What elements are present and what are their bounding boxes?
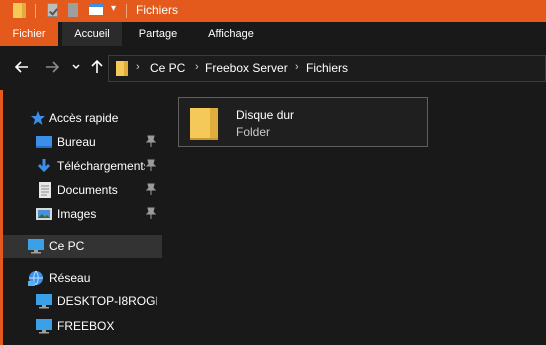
computer-icon: [36, 294, 52, 309]
chevron-down-icon: [72, 64, 80, 70]
window-border: [0, 90, 3, 345]
window-title: Fichiers: [136, 3, 179, 17]
folder-icon: [116, 61, 128, 76]
pin-icon: [146, 135, 156, 147]
sidebar-item-label: Images: [57, 207, 97, 221]
toolbar-separator: [126, 4, 127, 18]
arrow-left-icon: [14, 61, 28, 73]
computer-icon: [36, 319, 52, 334]
network-icon: [28, 270, 43, 286]
address-bar[interactable]: › Ce PC › Freebox Server › Fichiers: [108, 55, 546, 82]
title-bar: ▾ Fichiers: [0, 0, 546, 22]
back-button[interactable]: [12, 57, 32, 77]
tab-accueil[interactable]: Accueil: [62, 22, 122, 46]
up-button[interactable]: [87, 57, 107, 77]
breadcrumb-chevron-icon[interactable]: ›: [136, 61, 140, 73]
sidebar-item-quick-access[interactable]: Accès rapide: [0, 107, 162, 129]
computer-icon: [28, 239, 44, 254]
desktop-folder-icon: [36, 136, 52, 148]
image-icon: [36, 208, 52, 220]
new-document-icon[interactable]: [68, 3, 78, 17]
sidebar-item-label: Téléchargements: [57, 159, 145, 173]
pin-icon: [146, 183, 156, 195]
recent-locations-button[interactable]: [69, 57, 83, 77]
folder-type: Folder: [236, 125, 271, 139]
sidebar-item-images[interactable]: Images: [0, 203, 162, 225]
tab-partage[interactable]: Partage: [126, 22, 190, 46]
sidebar-item-telechargements[interactable]: Téléchargements: [0, 155, 162, 177]
sidebar-item-label: Bureau: [57, 135, 96, 149]
sidebar-item-label: DESKTOP-I8ROGLI: [57, 294, 157, 308]
document-icon: [39, 182, 51, 198]
sidebar-item-reseau[interactable]: Réseau: [0, 267, 162, 289]
breadcrumb-ce-pc[interactable]: Ce PC: [150, 61, 185, 75]
navigation-pane: Accès rapide Bureau Téléchargements Docu…: [0, 90, 162, 345]
arrow-up-icon: [91, 59, 103, 73]
breadcrumb-chevron-icon[interactable]: ›: [295, 61, 299, 73]
window-icon[interactable]: [89, 4, 103, 15]
sidebar-item-label: Accès rapide: [49, 111, 119, 125]
folder-icon: [13, 3, 26, 18]
sidebar-item-label: Réseau: [49, 271, 91, 285]
breadcrumb-fichiers[interactable]: Fichiers: [306, 61, 348, 75]
arrow-right-icon: [46, 61, 60, 73]
folder-tile[interactable]: Disque dur Folder: [178, 97, 428, 147]
folder-icon: [190, 108, 218, 140]
sidebar-item-label: Documents: [57, 183, 118, 197]
ribbon-tabs: Fichier Accueil Partage Affichage: [0, 22, 546, 46]
sidebar-item-label: Ce PC: [49, 239, 85, 253]
sidebar-item-desktop-i8rogli[interactable]: DESKTOP-I8ROGLI: [0, 290, 162, 312]
sidebar-item-freebox[interactable]: FREEBOX: [0, 315, 162, 337]
toolbar-separator: [35, 4, 36, 18]
sidebar-item-documents[interactable]: Documents: [0, 179, 162, 201]
navigation-bar: › Ce PC › Freebox Server › Fichiers: [0, 46, 546, 90]
pin-icon: [146, 159, 156, 171]
sidebar-item-label: FREEBOX: [57, 319, 115, 333]
star-icon: [31, 111, 45, 125]
tab-fichier[interactable]: Fichier: [0, 22, 58, 46]
properties-icon[interactable]: [47, 3, 58, 17]
forward-button[interactable]: [42, 57, 62, 77]
sidebar-item-ce-pc[interactable]: Ce PC: [0, 235, 162, 258]
download-icon: [37, 159, 51, 173]
customize-toolbar-chevron-icon[interactable]: ▾: [111, 3, 116, 14]
sidebar-item-bureau[interactable]: Bureau: [0, 131, 162, 153]
folder-name: Disque dur: [236, 108, 295, 122]
file-list[interactable]: Disque dur Folder: [163, 90, 546, 345]
breadcrumb-chevron-icon[interactable]: ›: [195, 61, 199, 73]
tab-affichage[interactable]: Affichage: [194, 22, 268, 46]
pin-icon: [146, 207, 156, 219]
breadcrumb-freebox-server[interactable]: Freebox Server: [205, 61, 288, 75]
